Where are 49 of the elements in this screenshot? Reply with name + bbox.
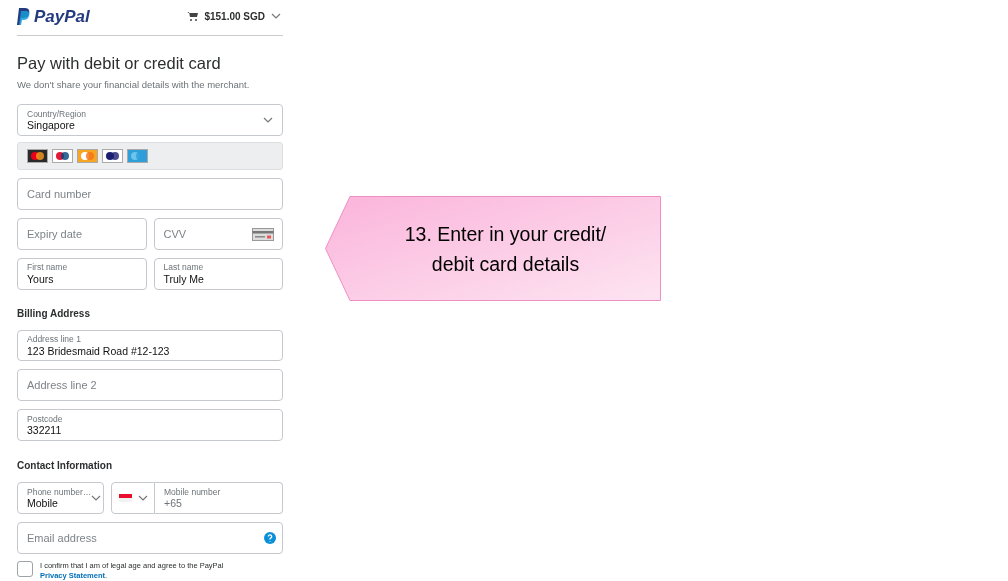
- text-field[interactable]: Expiry date: [17, 217, 147, 250]
- callout-text: 13. Enter in your credit/ debit card details: [403, 221, 608, 277]
- field-label: Phone number…: [27, 487, 92, 496]
- field-value: 332211: [27, 425, 63, 436]
- country-code-select[interactable]: [111, 482, 155, 514]
- section-heading: Contact Information: [17, 459, 113, 473]
- field-value: +65: [164, 498, 183, 509]
- chevron-down-icon: [137, 495, 148, 501]
- help-icon[interactable]: [264, 532, 276, 544]
- cart-total-button[interactable]: $151.00 SGD: [187, 8, 283, 24]
- cvv-card-icon: [252, 227, 274, 241]
- card-brand-icon: [77, 148, 98, 163]
- page-title: Pay with debit or credit card: [17, 52, 222, 74]
- text-field[interactable]: Address line 2: [17, 369, 283, 402]
- section-heading: Billing Address: [17, 306, 91, 321]
- card-brand-icon: [52, 148, 73, 163]
- field-label: First name: [27, 263, 69, 272]
- logo-text: PayPal: [34, 5, 90, 28]
- field-value: Yours: [27, 273, 55, 285]
- cart-icon: [187, 11, 199, 21]
- text-field[interactable]: Card number: [17, 177, 283, 210]
- text-field[interactable]: Email address: [17, 522, 283, 554]
- field-value: Singapore: [27, 120, 76, 131]
- field-value: 123 Bridesmaid Road #12-123: [27, 345, 171, 357]
- text-field[interactable]: CVV: [153, 217, 283, 250]
- field-label: Country/Region: [27, 109, 88, 119]
- field-value: Mobile: [27, 498, 59, 509]
- field-value: Truly Me: [163, 273, 205, 285]
- checkbox[interactable]: [17, 561, 33, 577]
- text-field[interactable]: Phone number… Mobile: [17, 482, 104, 514]
- paypal-logo-icon: [17, 7, 31, 25]
- field-label: Mobile number: [164, 487, 222, 496]
- flag-icon: [118, 494, 132, 502]
- subtitle: We don't share your financial details with the merchant.: [17, 78, 251, 93]
- field-label: Postcode: [27, 414, 64, 424]
- card-brand-icon: [27, 148, 48, 163]
- field-label: Address line 1: [27, 335, 82, 344]
- chevron-down-icon: [91, 495, 102, 501]
- text-field[interactable]: Last name Truly Me: [153, 257, 283, 290]
- text-field[interactable]: Address line 1 123 Bridesmaid Road #12-123: [17, 329, 283, 362]
- text-field[interactable]: Postcode 332211: [17, 409, 283, 441]
- text-field[interactable]: Mobile number +65: [155, 482, 283, 514]
- card-brand-icon: [127, 148, 148, 163]
- text-field[interactable]: First name Yours: [17, 257, 147, 290]
- chevron-down-icon: [263, 117, 273, 124]
- text-field[interactable]: Country/Region Singapore: [17, 104, 283, 137]
- chevron-down-icon: [271, 13, 281, 20]
- field-label: Last name: [163, 263, 205, 272]
- card-brand-icon: [102, 148, 123, 163]
